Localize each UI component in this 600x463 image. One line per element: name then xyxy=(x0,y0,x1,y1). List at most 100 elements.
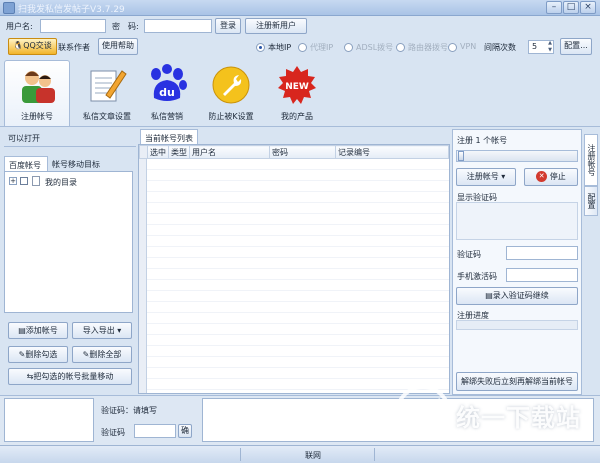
status-divider xyxy=(374,448,375,461)
batch-move-button[interactable]: ⇆把勾选的帐号批量移动 xyxy=(8,368,132,385)
row-header-col xyxy=(139,145,148,159)
status-divider xyxy=(240,448,241,461)
ip-option-vpn: VPN xyxy=(460,42,477,51)
col-type[interactable]: 类型 xyxy=(168,145,190,159)
stop-icon: ✕ xyxy=(536,171,548,182)
network-status: 联网 xyxy=(305,451,321,460)
register-account-button[interactable]: 注册帐号 ▾ xyxy=(456,168,516,186)
enter-captcha-continue-button[interactable]: ▤录入验证码继续 xyxy=(456,287,578,305)
username-input[interactable] xyxy=(40,19,106,33)
col-password[interactable]: 密码 xyxy=(269,145,336,159)
bottom-captcha-image xyxy=(202,398,594,442)
add-account-button[interactable]: ▤添加帐号 xyxy=(8,322,68,339)
header-divider xyxy=(4,146,136,147)
account-table[interactable]: 选中 类型 用户名 密码 记录编号 xyxy=(138,144,450,394)
col-username[interactable]: 用户名 xyxy=(189,145,270,159)
tab-account-move-target[interactable]: 帐号移动目标 xyxy=(52,159,100,170)
count-slider[interactable] xyxy=(456,150,578,162)
tab-current-account-list[interactable]: 当前帐号列表 xyxy=(140,129,198,144)
maximize-icon[interactable]: □ xyxy=(563,1,579,14)
contact-author-link[interactable]: 联系作者 xyxy=(58,42,90,53)
dropdown-arrow-icon: ▾ xyxy=(117,326,122,335)
tab-my-products[interactable]: NEW 我的产品 xyxy=(264,60,330,126)
dropdown-arrow-icon: ▾ xyxy=(501,172,506,181)
app-logo-icon xyxy=(3,2,15,14)
status-bar: 联网 xyxy=(0,445,600,463)
tab-message-marketing[interactable]: du 私信营销 xyxy=(134,60,200,126)
col-record-id[interactable]: 记录编号 xyxy=(335,145,449,159)
password-label: 密 码: xyxy=(112,22,139,31)
svg-text:du: du xyxy=(159,86,175,99)
folder-page-icon xyxy=(32,176,40,186)
side-tab-register[interactable]: 注册帐号 xyxy=(584,134,598,186)
window-title: 扫我发私信发帖子V3.7.29 xyxy=(18,5,125,15)
username-label: 用户名: xyxy=(6,22,33,31)
help-button[interactable]: 使用帮助 xyxy=(98,38,138,55)
tab-label: 私信文章设置 xyxy=(83,112,131,121)
register-count-label: 注册 1 个帐号 xyxy=(457,136,508,145)
ip-radio-local[interactable] xyxy=(256,43,265,52)
document-pencil-icon xyxy=(90,70,127,102)
new-badge-icon: NEW xyxy=(278,66,316,104)
bottom-captcha-label: 验证码 xyxy=(101,428,125,437)
login-button[interactable]: 登录 xyxy=(215,18,241,34)
register-progress-bar xyxy=(456,320,578,330)
svg-text:NEW: NEW xyxy=(285,82,309,92)
tab-label: 注册帐号 xyxy=(21,112,53,121)
ip-radio-vpn[interactable] xyxy=(448,43,457,52)
ip-option-router: 路由器拨号 xyxy=(408,43,448,52)
captcha-image-area xyxy=(456,202,578,240)
bottom-log-box xyxy=(4,398,94,442)
users-icon xyxy=(22,71,55,103)
stop-button[interactable]: ✕ 停止 xyxy=(524,168,578,186)
tab-anti-ban-settings[interactable]: 防止被K设置 xyxy=(198,60,264,126)
import-export-button[interactable]: 导入导出 ▾ xyxy=(72,322,132,339)
side-tab-config[interactable]: 配置 xyxy=(584,186,598,216)
password-input[interactable] xyxy=(144,19,212,33)
qq-chat-button[interactable]: 🐧QQ交谈 xyxy=(8,38,57,55)
tab-message-article-settings[interactable]: 私信文章设置 xyxy=(74,60,140,126)
delete-checked-button[interactable]: ✎删除勾选 xyxy=(8,346,68,363)
ip-option-proxy: 代理IP xyxy=(310,43,334,52)
ip-radio-proxy[interactable] xyxy=(298,43,307,52)
col-selected[interactable]: 选中 xyxy=(147,145,169,159)
tab-register-account[interactable]: 注册帐号 xyxy=(4,60,70,126)
add-icon: ▤ xyxy=(18,326,26,335)
ip-radio-router[interactable] xyxy=(396,43,405,52)
tree-checkbox[interactable] xyxy=(20,177,28,185)
tab-label: 私信营销 xyxy=(151,112,183,121)
register-user-button[interactable]: 注册新用户 xyxy=(245,18,307,34)
enter-icon: ▤ xyxy=(485,291,493,300)
minimize-icon[interactable]: – xyxy=(546,1,562,14)
delete-all-button[interactable]: ✎删除全部 xyxy=(72,346,132,363)
tab-label: 防止被K设置 xyxy=(208,112,254,121)
qq-penguin-icon: 🐧 xyxy=(13,41,24,50)
wrench-icon xyxy=(212,66,250,104)
tab-baidu-accounts[interactable]: 百度帐号 xyxy=(4,156,48,171)
account-tree[interactable]: + 我的目录 xyxy=(4,171,133,313)
sms-code-label: 手机激活码 xyxy=(457,272,497,281)
slider-thumb[interactable] xyxy=(458,151,464,161)
captcha-input[interactable] xyxy=(506,246,578,260)
config-button[interactable]: 配置... xyxy=(560,38,592,55)
ip-option-local: 本地IP xyxy=(268,43,292,52)
ip-radio-adsl[interactable] xyxy=(344,43,353,52)
captcha-prompt-text: 验证码：请填写 xyxy=(101,406,157,415)
toolbar-divider xyxy=(0,126,600,127)
ip-option-adsl: ADSL拨号 xyxy=(356,43,394,52)
spinner-arrows-icon[interactable]: ▲ ▼ xyxy=(546,40,554,54)
confirm-captcha-button[interactable]: 确 xyxy=(178,424,192,438)
captcha-label: 验证码 xyxy=(457,250,481,259)
tree-root-label[interactable]: 我的目录 xyxy=(45,177,77,188)
unbind-again-button[interactable]: 解绑失败后立刻再解绑当前帐号 xyxy=(456,372,578,391)
expand-icon[interactable]: + xyxy=(9,177,17,185)
row-header-strip xyxy=(139,159,147,393)
tab-label: 我的产品 xyxy=(281,112,313,121)
left-panel-header: 可以打开 xyxy=(8,134,40,143)
interval-label: 间隔次数 xyxy=(484,43,516,52)
table-body[interactable] xyxy=(147,159,449,393)
baidu-paw-icon: du xyxy=(151,64,187,101)
bottom-captcha-input[interactable] xyxy=(134,424,176,438)
sms-code-input[interactable] xyxy=(506,268,578,282)
close-icon[interactable]: × xyxy=(580,1,596,14)
